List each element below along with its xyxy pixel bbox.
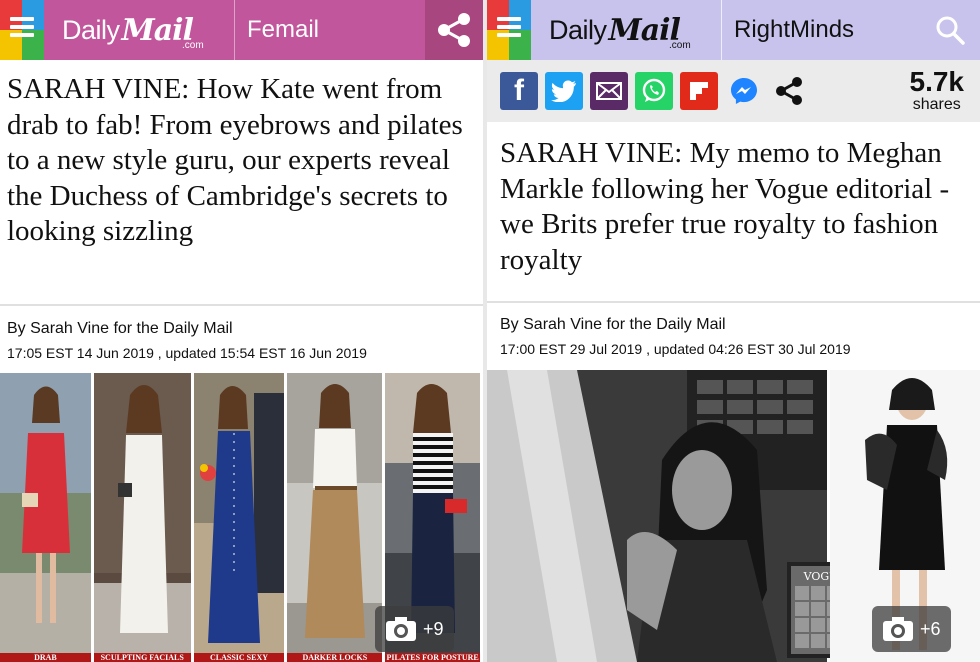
whatsapp-share-button[interactable]	[635, 72, 673, 110]
logo-daily-text: Daily	[62, 14, 120, 45]
article-photo[interactable]: VOGUE +6	[487, 370, 980, 662]
share-button[interactable]	[425, 0, 483, 60]
daily-mail-logo[interactable]: Daily Mail .com	[44, 0, 234, 60]
share-count: 5.7k shares	[910, 67, 965, 113]
byline: By Sarah Vine for the Daily Mail	[7, 320, 233, 337]
camera-icon	[386, 617, 416, 641]
messenger-share-button[interactable]	[725, 72, 763, 110]
article-panel-femail: Daily Mail .com Femail SARAH VINE: How K…	[0, 0, 483, 662]
facebook-share-button[interactable]: f	[500, 72, 538, 110]
email-icon	[596, 82, 622, 100]
flipboard-share-button[interactable]	[680, 72, 718, 110]
flipboard-icon	[690, 82, 708, 100]
twitter-share-button[interactable]	[545, 72, 583, 110]
camera-icon	[883, 617, 913, 641]
section-title[interactable]: Femail	[234, 0, 425, 60]
byline: By Sarah Vine for the Daily Mail	[500, 316, 726, 333]
gallery-photo[interactable]: SCULPTING FACIALS	[93, 373, 191, 662]
article-headline[interactable]: SARAH VINE: How Kate went from drab to f…	[7, 72, 477, 250]
logo-daily-text: Daily	[549, 14, 607, 45]
hamburger-icon	[10, 17, 34, 41]
twitter-icon	[551, 80, 576, 102]
share-icon	[438, 13, 470, 47]
section-title[interactable]: RightMinds	[721, 0, 920, 60]
email-share-button[interactable]	[590, 72, 628, 110]
daily-mail-logo[interactable]: Daily Mail .com	[531, 0, 721, 60]
logo-com-text: .com	[182, 40, 204, 51]
site-header: Daily Mail .com Femail	[0, 0, 483, 60]
share-count-label: shares	[912, 96, 961, 113]
share-icon	[776, 77, 802, 105]
gallery-count-badge[interactable]: +6	[872, 606, 951, 652]
gallery-photo[interactable]: DRAB	[0, 373, 91, 662]
menu-button[interactable]	[487, 0, 531, 60]
gallery-count: +6	[920, 618, 941, 639]
dateline: 17:05 EST 14 Jun 2019 , updated 15:54 ES…	[7, 345, 367, 361]
gallery-photo[interactable]: CLASSIC SEXY	[193, 373, 285, 662]
divider	[487, 301, 980, 303]
menu-button[interactable]	[0, 0, 44, 60]
dateline: 17:00 EST 29 Jul 2019 , updated 04:26 ES…	[500, 341, 851, 357]
gallery-count-badge[interactable]: +9	[375, 606, 454, 652]
whatsapp-icon	[642, 78, 666, 102]
more-share-button[interactable]	[770, 72, 808, 110]
photo-caption: PILATES FOR POSTURE	[385, 653, 480, 662]
facebook-icon: f	[514, 74, 524, 107]
photo-caption: CLASSIC SEXY	[193, 653, 285, 662]
photo-caption: DARKER LOCKS	[287, 653, 383, 662]
divider	[0, 304, 483, 306]
hamburger-icon	[497, 17, 521, 41]
article-panel-rightminds: Daily Mail .com RightMinds f 5.7k shares…	[487, 0, 980, 662]
article-headline[interactable]: SARAH VINE: My memo to Meghan Markle fol…	[500, 136, 970, 278]
photo-gallery[interactable]: DRAB SCULPTING FACIALS CLASSIC SEXY DARK…	[0, 373, 483, 662]
photo-caption: SCULPTING FACIALS	[93, 653, 191, 662]
gallery-photo[interactable]: DARKER LOCKS	[287, 373, 383, 662]
search-icon	[936, 16, 965, 45]
social-share-bar: f 5.7k shares	[487, 60, 980, 122]
logo-com-text: .com	[669, 40, 691, 51]
search-button[interactable]	[920, 0, 980, 60]
share-count-number: 5.7k	[909, 66, 965, 97]
site-header: Daily Mail .com RightMinds	[487, 0, 980, 60]
messenger-icon	[731, 78, 757, 104]
gallery-count: +9	[423, 618, 444, 639]
photo-caption: DRAB	[0, 653, 91, 662]
